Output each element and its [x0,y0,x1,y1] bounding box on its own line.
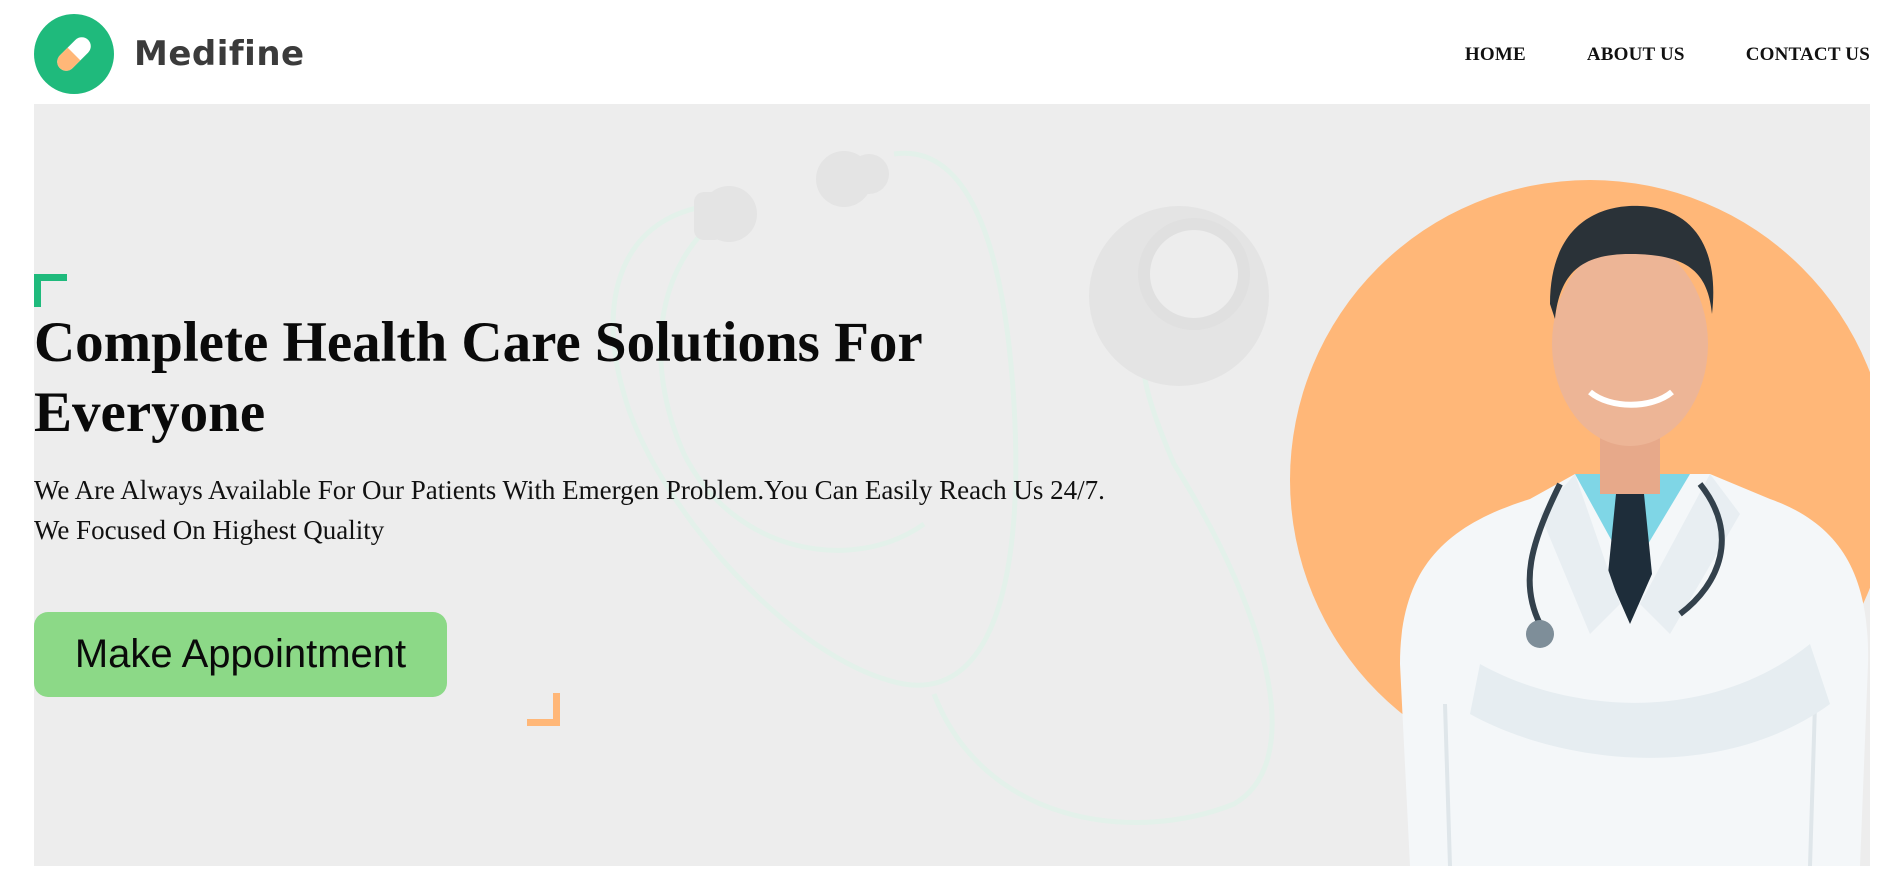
site-header: Medifine HOME ABOUT US CONTACT US [0,0,1904,104]
doctor-photo [1400,205,1869,866]
nav-home[interactable]: HOME [1465,44,1526,66]
main-nav: HOME ABOUT US CONTACT US [1404,44,1870,66]
hero-section: Complete Health Care Solutions For Every… [34,104,1870,866]
hero-subtitle: We Are Always Available For Our Patients… [34,475,1105,545]
nav-about-us[interactable]: ABOUT US [1587,44,1685,66]
brand-name: Medifine [134,34,305,74]
hero-title: Complete Health Care Solutions For Every… [34,311,922,444]
brand-logo[interactable]: Medifine [34,14,305,94]
corner-accent-bottom-right [527,693,560,726]
nav-contact-us[interactable]: CONTACT US [1746,44,1870,66]
pill-icon [34,14,114,94]
make-appointment-button[interactable]: Make Appointment [34,612,447,697]
corner-accent-top-left [34,274,67,307]
